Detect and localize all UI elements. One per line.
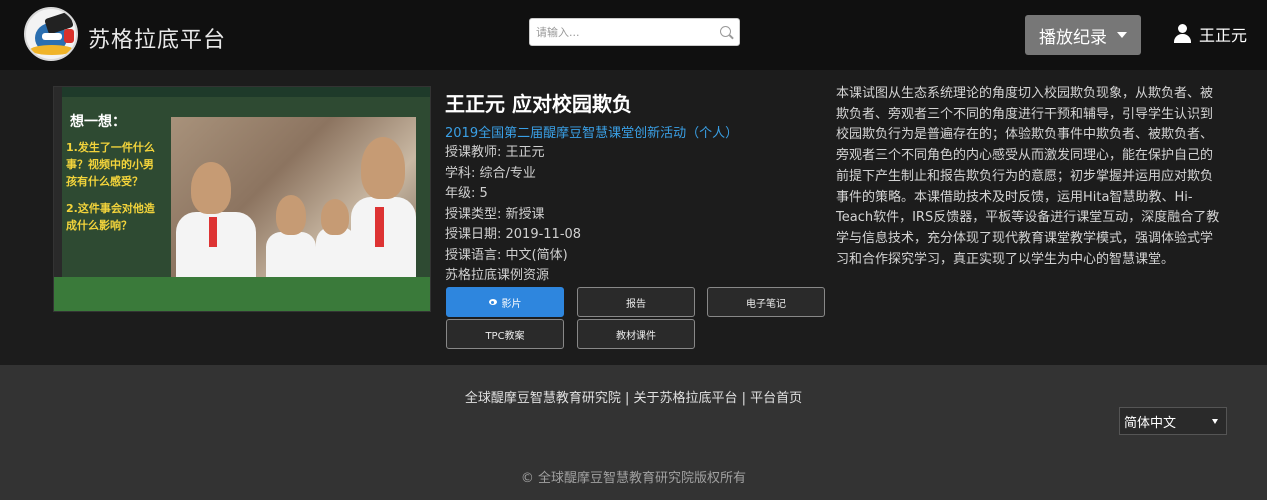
footer-separator: | xyxy=(737,391,751,406)
search-icon[interactable] xyxy=(720,26,731,37)
play-history-button[interactable]: 播放纪录 xyxy=(1025,15,1141,55)
lesson-event[interactable]: 2019全国第二届醍摩豆智慧课堂创新活动（个人） xyxy=(445,122,825,141)
report-button[interactable]: 报告 xyxy=(577,287,695,317)
user-menu[interactable]: 王正元 xyxy=(1173,22,1247,46)
lesson-thumbnail[interactable]: 想一想： 1.发生了一件什么 事？视频中的小男 孩有什么感受？ 2.这件事会对他… xyxy=(53,86,431,312)
video-button[interactable]: 影片 xyxy=(446,287,564,317)
footer-link-institute[interactable]: 全球醍摩豆智慧教育研究院 xyxy=(465,391,621,406)
header-bar: 苏格拉底平台 播放纪录 王正元 xyxy=(0,0,1267,70)
language-select[interactable]: 简体中文 xyxy=(1119,407,1227,435)
lesson-info: 王正元 应对校园欺负 2019全国第二届醍摩豆智慧课堂创新活动（个人） 授课教师… xyxy=(445,88,825,287)
thumbnail-board: 想一想： 1.发生了一件什么 事？视频中的小男 孩有什么感受？ 2.这件事会对他… xyxy=(60,111,180,289)
lesson-grade: 年级: 5 xyxy=(445,186,488,201)
caret-down-icon xyxy=(1117,32,1127,38)
footer-links: 全球醍摩豆智慧教育研究院 | 关于苏格拉底平台 | 平台首页 xyxy=(0,387,1267,406)
lesson-teacher: 授课教师: 王正元 xyxy=(445,145,545,160)
lesson-description: 本课试图从生态系统理论的角度切入校园欺负现象，从欺负者、被欺负者、旁观者三个不同… xyxy=(836,86,1220,267)
caret-down-icon xyxy=(1212,418,1218,424)
lesson-subject: 学科: 综合/专业 xyxy=(445,165,536,181)
lesson-date: 授课日期: 2019-11-08 xyxy=(445,227,582,242)
materials-button[interactable]: 教材课件 xyxy=(577,319,695,349)
footer-link-about[interactable]: 关于苏格拉底平台 xyxy=(633,391,737,406)
lesson-meta: 授课教师: 王正元 学科: 综合/专业 年级: 5 授课类型: 新授课 授课日期… xyxy=(445,143,825,287)
notes-button[interactable]: 电子笔记 xyxy=(707,287,825,317)
lesson-title: 王正元 应对校园欺负 xyxy=(445,92,632,116)
footer-separator: | xyxy=(620,391,634,406)
play-history-label: 播放纪录 xyxy=(1039,27,1107,48)
video-button-label: 影片 xyxy=(501,298,522,310)
copyright: © 全球醍摩豆智慧教育研究院版权所有 xyxy=(520,471,747,486)
lesson-type: 授课类型: 新授课 xyxy=(445,206,545,222)
eye-icon xyxy=(488,299,497,305)
search-input[interactable] xyxy=(536,22,716,42)
footer-link-home[interactable]: 平台首页 xyxy=(750,391,802,406)
footer: 全球醍摩豆智慧教育研究院 | 关于苏格拉底平台 | 平台首页 简体中文 © 全球… xyxy=(0,365,1267,500)
brand-title[interactable]: 苏格拉底平台 xyxy=(88,22,226,54)
search-box xyxy=(529,18,740,46)
user-name: 王正元 xyxy=(1199,26,1248,45)
tpc-plan-button[interactable]: TPC教案 xyxy=(446,319,564,349)
lesson-source: 苏格拉底课例资源 xyxy=(445,268,550,283)
board-title: 想一想： xyxy=(70,114,126,130)
language-selected: 简体中文 xyxy=(1124,415,1177,431)
lesson-panel: 想一想： 1.发生了一件什么 事？视频中的小男 孩有什么感受？ 2.这件事会对他… xyxy=(0,70,1267,365)
user-icon xyxy=(1173,24,1191,44)
classroom-photo xyxy=(171,117,416,277)
lesson-language: 授课语言: 中文(简体) xyxy=(445,247,568,263)
platform-logo[interactable] xyxy=(24,7,78,61)
board-text: 1.发生了一件什么 事？视频中的小男 孩有什么感受？ 2.这件事会对他造 成什么… xyxy=(66,141,155,232)
